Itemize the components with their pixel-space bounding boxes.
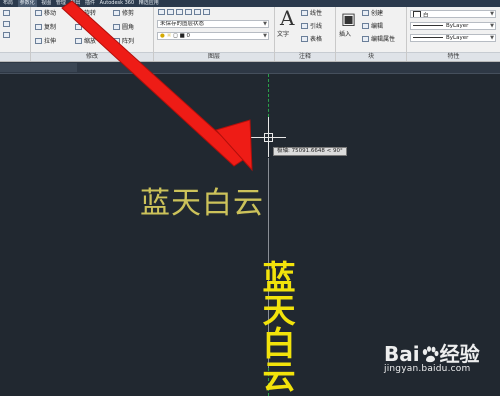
watermark-logo-text: Bai — [384, 342, 420, 366]
watermark-url: jingyan.baidu.com — [384, 364, 471, 374]
paw-icon — [422, 346, 439, 363]
red-annotation-arrow-icon — [61, 0, 253, 172]
baidu-logo: Bai 经验 — [384, 338, 480, 367]
baidu-jingyan-watermark: Bai 经验 jingyan.baidu.com — [384, 338, 494, 388]
watermark-logo-right: 经验 — [439, 342, 480, 366]
